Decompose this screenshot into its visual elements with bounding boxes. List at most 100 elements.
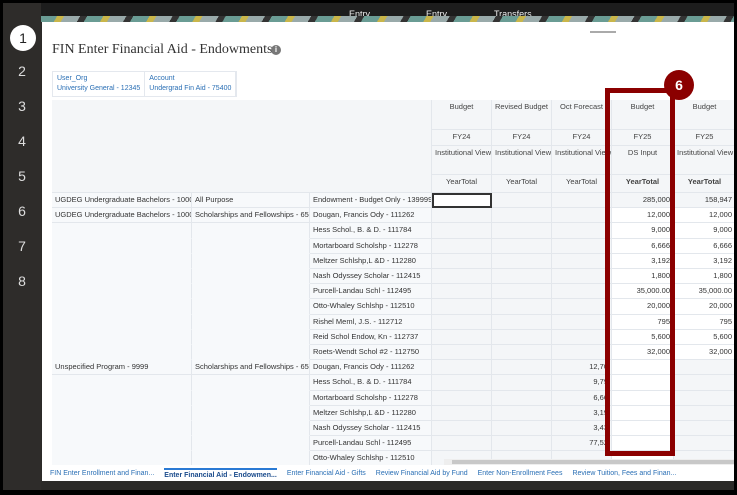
data-cell[interactable] [432, 238, 492, 254]
info-icon[interactable]: i [271, 45, 281, 55]
drag-handle[interactable] [590, 31, 616, 33]
tab-5[interactable]: Enter Non-Enrollment Fees [478, 470, 563, 477]
data-cell[interactable]: 6,666 [674, 238, 734, 254]
data-cell[interactable] [612, 375, 674, 391]
data-cell[interactable] [492, 375, 552, 391]
data-cell[interactable] [432, 390, 492, 406]
data-cell[interactable] [612, 390, 674, 406]
data-cell[interactable] [674, 436, 734, 452]
data-cell[interactable] [432, 436, 492, 452]
data-cell[interactable]: 9,79 [552, 375, 612, 391]
data-cell[interactable] [612, 421, 674, 437]
data-cell[interactable] [552, 314, 612, 330]
data-cell[interactable] [432, 421, 492, 437]
data-cell[interactable]: 1,800 [674, 269, 734, 285]
data-cell[interactable] [492, 390, 552, 406]
data-cell[interactable]: 795 [612, 314, 674, 330]
step-7[interactable]: 7 [3, 238, 41, 254]
data-cell[interactable] [432, 360, 492, 376]
data-cell[interactable] [492, 223, 552, 239]
data-cell[interactable]: 3,192 [612, 253, 674, 269]
step-3[interactable]: 3 [3, 98, 41, 114]
data-cell[interactable] [492, 436, 552, 452]
data-cell[interactable]: 12,000 [612, 208, 674, 224]
data-cell[interactable] [492, 193, 552, 209]
data-cell[interactable] [432, 375, 492, 391]
data-cell[interactable]: 3,192 [674, 253, 734, 269]
data-cell[interactable]: 6,66 [552, 390, 612, 406]
data-cell[interactable] [432, 329, 492, 345]
data-cell[interactable]: 77,52 [552, 436, 612, 452]
data-cell[interactable] [552, 238, 612, 254]
data-cell[interactable] [432, 345, 492, 361]
tab-6[interactable]: Review Tuition, Fees and Finan... [572, 470, 676, 477]
data-cell[interactable] [432, 253, 492, 269]
data-cell[interactable] [492, 284, 552, 300]
step-1[interactable]: 1 [10, 25, 36, 51]
data-cell[interactable]: 1,800 [612, 269, 674, 285]
data-cell[interactable]: 12,70 [552, 360, 612, 376]
data-cell[interactable] [492, 253, 552, 269]
data-cell[interactable] [492, 360, 552, 376]
scrollbar-thumb[interactable] [452, 460, 734, 464]
data-cell[interactable]: 9,000 [612, 223, 674, 239]
data-cell[interactable] [432, 284, 492, 300]
data-cell[interactable] [432, 223, 492, 239]
step-2[interactable]: 2 [3, 63, 41, 79]
tab-4[interactable]: Review Financial Aid by Fund [376, 470, 468, 477]
data-cell[interactable]: 12,000 [674, 208, 734, 224]
data-cell[interactable]: 9,000 [674, 223, 734, 239]
data-cell[interactable]: 32,000 [674, 345, 734, 361]
data-cell[interactable] [674, 405, 734, 421]
pov-account[interactable]: Account Undergrad Fin Aid - 75400 [145, 72, 237, 96]
data-cell[interactable] [552, 269, 612, 285]
data-cell[interactable]: 3,19 [552, 405, 612, 421]
data-cell[interactable] [552, 223, 612, 239]
data-cell[interactable] [612, 405, 674, 421]
data-cell[interactable]: 5,600 [674, 329, 734, 345]
pov-value[interactable]: University General - 12345 [57, 84, 140, 94]
data-cell[interactable]: 35,000.00 [674, 284, 734, 300]
step-4[interactable]: 4 [3, 133, 41, 149]
data-cell[interactable] [492, 314, 552, 330]
data-cell[interactable]: 795 [674, 314, 734, 330]
data-cell[interactable] [432, 208, 492, 224]
data-cell[interactable]: 32,000 [612, 345, 674, 361]
data-cell[interactable] [552, 208, 612, 224]
data-cell[interactable] [492, 405, 552, 421]
pov-user-org[interactable]: User_Org University General - 12345 [53, 72, 146, 96]
data-cell[interactable] [432, 405, 492, 421]
data-cell[interactable]: 6,666 [612, 238, 674, 254]
data-cell[interactable]: 35,000.00 [612, 284, 674, 300]
data-cell[interactable]: 20,000 [674, 299, 734, 315]
tab-3[interactable]: Enter Financial Aid - Gifts [287, 470, 366, 477]
step-6[interactable]: 6 [3, 203, 41, 219]
data-cell[interactable] [552, 193, 612, 209]
data-cell[interactable] [492, 299, 552, 315]
data-cell[interactable]: 3,43 [552, 421, 612, 437]
data-cell[interactable] [612, 360, 674, 376]
data-cell[interactable] [552, 299, 612, 315]
data-cell[interactable] [674, 390, 734, 406]
data-cell[interactable]: 20,000 [612, 299, 674, 315]
data-cell[interactable]: 5,600 [612, 329, 674, 345]
data-cell[interactable] [492, 345, 552, 361]
data-cell[interactable] [492, 421, 552, 437]
data-cell[interactable] [674, 360, 734, 376]
step-8[interactable]: 8 [3, 273, 41, 289]
data-cell[interactable]: 285,000 [612, 193, 674, 209]
data-cell[interactable] [432, 269, 492, 285]
data-cell[interactable] [432, 314, 492, 330]
data-cell[interactable] [492, 238, 552, 254]
data-cell[interactable] [552, 284, 612, 300]
pov-value[interactable]: Undergrad Fin Aid - 75400 [149, 84, 231, 94]
data-cell[interactable] [674, 375, 734, 391]
tab-2[interactable]: Enter Financial Aid - Endowmen... [164, 467, 277, 479]
data-cell[interactable] [432, 299, 492, 315]
data-cell[interactable] [432, 193, 492, 209]
data-cell[interactable] [492, 208, 552, 224]
data-cell[interactable] [674, 421, 734, 437]
tab-1[interactable]: FIN Enter Enrollment and Finan... [50, 470, 154, 477]
data-cell[interactable] [492, 329, 552, 345]
data-cell[interactable] [612, 436, 674, 452]
